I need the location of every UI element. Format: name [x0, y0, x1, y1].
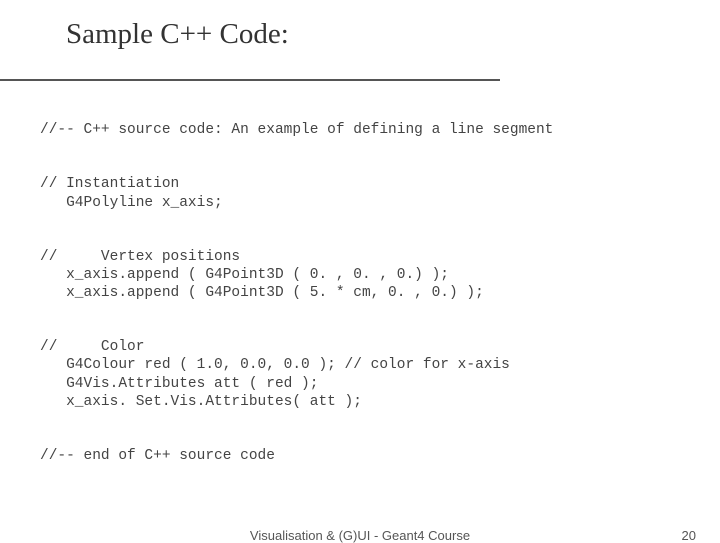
code-comment-footer: //-- end of C++ source code — [40, 447, 680, 465]
footer-text: Visualisation & (G)UI - Geant4 Course — [250, 528, 470, 543]
code-comment-header: //-- C++ source code: An example of defi… — [40, 121, 680, 139]
slide-title: Sample C++ Code: — [0, 0, 720, 51]
code-instantiation: // Instantiation G4Polyline x_axis; — [40, 175, 680, 211]
code-vertex-positions: // Vertex positions x_axis.append ( G4Po… — [40, 248, 680, 302]
code-block: //-- C++ source code: An example of defi… — [0, 81, 720, 519]
code-color: // Color G4Colour red ( 1.0, 0.0, 0.0 );… — [40, 338, 680, 411]
page-number: 20 — [682, 528, 696, 543]
slide: Sample C++ Code: //-- C++ source code: A… — [0, 0, 720, 540]
